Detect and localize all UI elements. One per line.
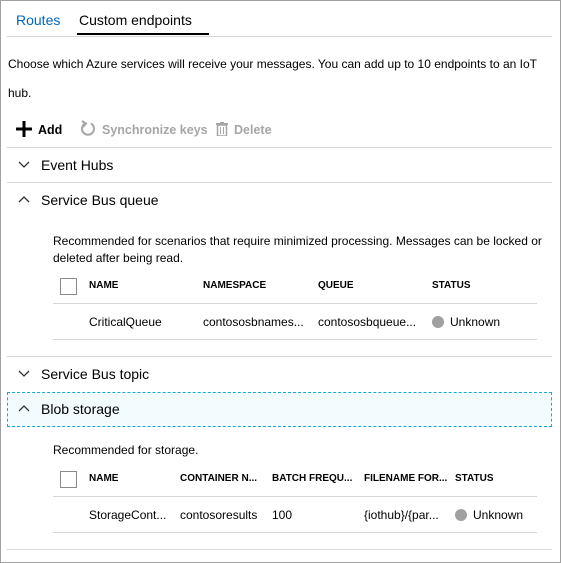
trash-icon — [216, 121, 228, 139]
tab-bar: Routes Custom endpoints — [7, 0, 552, 37]
blob-storage-title: Blob storage — [41, 401, 120, 417]
table-header: NAME CONTAINER N... BATCH FREQU... FILEN… — [53, 462, 537, 497]
status-text: Unknown — [473, 508, 524, 522]
table-row[interactable]: StorageCont... contosoresults 100 {iothu… — [53, 497, 537, 533]
chevron-up-icon — [18, 196, 30, 203]
active-tab-indicator — [77, 33, 209, 35]
column-header-name[interactable]: NAME — [89, 473, 118, 484]
add-button[interactable]: Add — [16, 120, 62, 140]
service-bus-queue-title: Service Bus queue — [41, 192, 159, 208]
column-header-container-name[interactable]: CONTAINER N... — [180, 473, 257, 484]
delete-label: Delete — [234, 123, 272, 137]
toolbar: Add Synchronize keys Delete — [7, 116, 552, 148]
column-header-name[interactable]: NAME — [89, 280, 118, 291]
tab-routes[interactable]: Routes — [16, 12, 60, 28]
column-header-namespace[interactable]: NAMESPACE — [203, 280, 266, 291]
status-text: Unknown — [450, 315, 501, 329]
cell-status: Unknown — [432, 315, 500, 329]
service-bus-topic-title: Service Bus topic — [41, 366, 150, 382]
tab-custom-endpoints[interactable]: Custom endpoints — [79, 12, 192, 28]
page-description: Choose which Azure services will receive… — [8, 57, 537, 100]
service-bus-queue-description: Recommended for scenarios that require m… — [53, 234, 542, 265]
delete-button[interactable]: Delete — [216, 120, 272, 140]
cell-batch-frequency: 100 — [272, 508, 293, 522]
column-header-filename-format[interactable]: FILENAME FOR... — [364, 473, 447, 484]
cell-status: Unknown — [455, 508, 523, 522]
cell-queue: contososbqueue... — [318, 315, 417, 329]
column-header-batch-frequency[interactable]: BATCH FREQU... — [272, 473, 352, 484]
cell-filename-format: {iothub}/{par... — [364, 508, 439, 522]
table-header: NAME NAMESPACE QUEUE STATUS — [53, 269, 537, 304]
column-header-status[interactable]: STATUS — [455, 473, 494, 484]
event-hubs-header[interactable]: Event Hubs — [7, 148, 552, 183]
status-unknown-icon — [455, 509, 467, 521]
cell-name: StorageCont... — [89, 508, 167, 522]
event-hubs-title: Event Hubs — [41, 157, 114, 173]
cell-name: CriticalQueue — [89, 315, 162, 329]
column-header-status[interactable]: STATUS — [432, 280, 471, 291]
chevron-up-icon — [18, 405, 30, 412]
section-service-bus-topic: Service Bus topic — [7, 357, 552, 392]
chevron-down-icon — [18, 370, 30, 377]
refresh-icon — [80, 119, 96, 141]
synchronize-keys-button[interactable]: Synchronize keys — [80, 119, 208, 141]
synchronize-keys-label: Synchronize keys — [102, 123, 208, 137]
section-event-hubs: Event Hubs — [7, 148, 552, 183]
blob-storage-header[interactable]: Blob storage — [7, 392, 552, 427]
select-all-checkbox[interactable] — [60, 278, 77, 295]
add-label: Add — [38, 123, 63, 137]
cell-container-name: contosoresults — [180, 508, 258, 522]
service-bus-topic-header[interactable]: Service Bus topic — [7, 357, 552, 392]
section-blob-storage: Blob storage Recommended for storage. NA… — [7, 392, 552, 550]
cell-namespace: contososbnames... — [203, 315, 304, 329]
section-service-bus-queue: Service Bus queue Recommended for scenar… — [7, 183, 552, 357]
table-row[interactable]: CriticalQueue contososbnames... contosos… — [53, 304, 537, 340]
chevron-down-icon — [18, 161, 30, 168]
column-header-queue[interactable]: QUEUE — [318, 280, 354, 291]
service-bus-queue-header[interactable]: Service Bus queue — [7, 183, 552, 218]
blob-storage-description: Recommended for storage. — [53, 443, 199, 457]
status-unknown-icon — [432, 316, 444, 328]
plus-icon — [16, 120, 32, 140]
select-all-checkbox[interactable] — [60, 471, 77, 488]
